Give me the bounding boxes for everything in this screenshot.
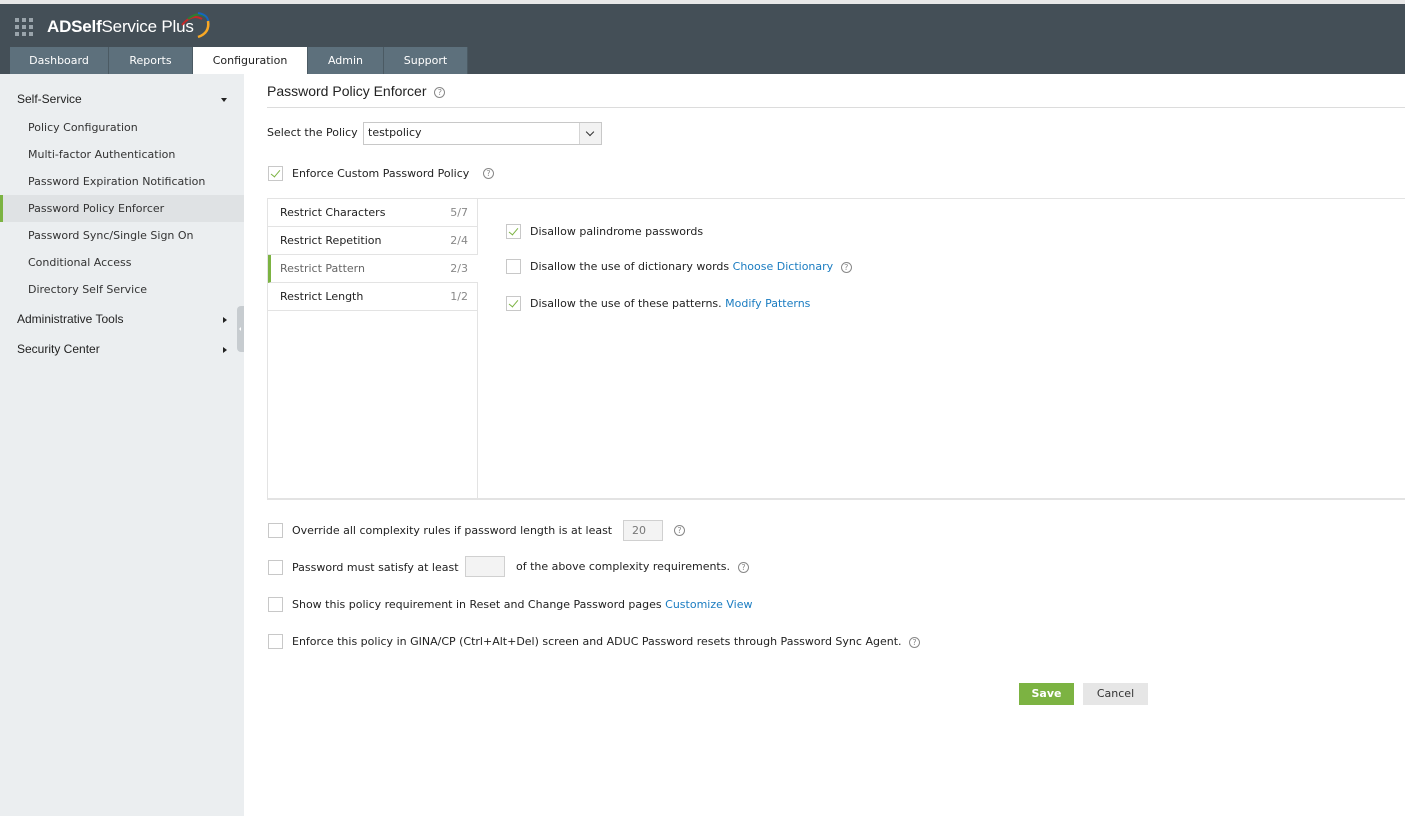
- tab-configuration[interactable]: Configuration: [193, 47, 308, 74]
- sidebar: Self-Service Policy Configuration Multi-…: [0, 74, 244, 816]
- restrict-tab-count: 5/7: [450, 206, 468, 219]
- satisfy-requirements-checkbox[interactable]: [268, 560, 283, 575]
- caret-right-icon[interactable]: [223, 347, 227, 353]
- logo-arc-icon: [181, 12, 210, 39]
- restrict-tab-count: 1/2: [450, 290, 468, 303]
- disallow-dictionary-label: Disallow the use of dictionary words: [530, 260, 730, 273]
- show-requirement-row: Show this policy requirement in Reset an…: [292, 598, 752, 611]
- restriction-tabs: Restrict Characters 5/7 Restrict Repetiti…: [268, 199, 478, 498]
- show-requirement-checkbox[interactable]: [268, 597, 283, 612]
- restrict-tab-label: Restrict Repetition: [280, 234, 382, 247]
- sidebar-item-multi-factor-authentication[interactable]: Multi-factor Authentication: [0, 141, 244, 168]
- enforce-custom-policy-label: Enforce Custom Password Policy: [292, 167, 470, 180]
- sidebar-collapse-handle[interactable]: [237, 306, 244, 352]
- disallow-patterns-checkbox[interactable]: [506, 296, 521, 311]
- disallow-patterns-label: Disallow the use of these patterns.: [530, 297, 722, 310]
- policy-select[interactable]: testpolicy: [363, 122, 602, 145]
- disallow-patterns-row: Disallow the use of these patterns. Modi…: [530, 297, 810, 310]
- tab-admin[interactable]: Admin: [308, 47, 384, 74]
- sidebar-section-self-service[interactable]: Self-Service: [17, 92, 82, 106]
- sidebar-item-directory-self-service[interactable]: Directory Self Service: [0, 276, 244, 303]
- help-icon[interactable]: ?: [674, 525, 685, 536]
- help-icon[interactable]: ?: [738, 562, 749, 573]
- page-title-text: Password Policy Enforcer: [267, 83, 427, 99]
- disallow-palindrome-label: Disallow palindrome passwords: [530, 225, 704, 238]
- cancel-button[interactable]: Cancel: [1083, 683, 1148, 705]
- restrict-tab-pattern[interactable]: Restrict Pattern 2/3: [268, 255, 478, 283]
- satisfy-requirements-label: Password must satisfy at least: [292, 561, 459, 574]
- disallow-dictionary-checkbox[interactable]: [506, 259, 521, 274]
- customize-view-link[interactable]: Customize View: [665, 598, 752, 611]
- brand-bold: ADSelf: [47, 17, 102, 36]
- caret-right-icon[interactable]: [223, 317, 227, 323]
- enforce-gina-label: Enforce this policy in GINA/CP (Ctrl+Alt…: [292, 635, 902, 648]
- page-title: Password Policy Enforcer ?: [267, 83, 446, 99]
- restrict-tab-label: Restrict Pattern: [280, 262, 365, 275]
- restrict-tab-repetition[interactable]: Restrict Repetition 2/4: [268, 227, 478, 255]
- tab-dashboard[interactable]: Dashboard: [10, 47, 109, 74]
- override-complexity-label: Override all complexity rules if passwor…: [292, 524, 613, 537]
- help-icon[interactable]: ?: [840, 261, 852, 273]
- apps-grid-icon[interactable]: [15, 18, 33, 36]
- show-requirement-label: Show this policy requirement in Reset an…: [292, 598, 662, 611]
- choose-dictionary-link[interactable]: Choose Dictionary: [733, 260, 834, 273]
- sidebar-item-password-policy-enforcer[interactable]: Password Policy Enforcer: [0, 195, 244, 222]
- sidebar-section-administrative-tools[interactable]: Administrative Tools: [17, 312, 124, 326]
- disallow-palindrome-checkbox[interactable]: [506, 224, 521, 239]
- sidebar-item-policy-configuration[interactable]: Policy Configuration: [0, 114, 244, 141]
- restrict-tab-count: 2/3: [450, 262, 468, 275]
- app-logo: ADSelfService Plus: [47, 17, 194, 37]
- enforce-custom-policy-checkbox[interactable]: [268, 166, 283, 181]
- tab-reports[interactable]: Reports: [109, 47, 193, 74]
- satisfy-count-input[interactable]: [465, 556, 505, 577]
- main-content: Password Policy Enforcer ? Select the Po…: [244, 74, 1405, 816]
- restrict-tab-characters[interactable]: Restrict Characters 5/7: [268, 199, 478, 227]
- sidebar-item-conditional-access[interactable]: Conditional Access: [0, 249, 244, 276]
- sidebar-item-password-sync[interactable]: Password Sync/Single Sign On: [0, 222, 244, 249]
- override-length-input[interactable]: 20: [623, 520, 663, 541]
- caret-down-icon[interactable]: [221, 98, 227, 102]
- sidebar-item-password-expiration-notification[interactable]: Password Expiration Notification: [0, 168, 244, 195]
- app-header: ADSelfService Plus Dashboard Reports Con…: [0, 4, 1405, 74]
- save-button[interactable]: Save: [1019, 683, 1074, 705]
- sidebar-section-security-center[interactable]: Security Center: [17, 342, 100, 356]
- enforce-gina-checkbox[interactable]: [268, 634, 283, 649]
- restrict-tab-label: Restrict Characters: [280, 206, 386, 219]
- restrict-tab-length[interactable]: Restrict Length 1/2: [268, 283, 478, 311]
- enforce-gina-row: Enforce this policy in GINA/CP (Ctrl+Alt…: [292, 635, 921, 648]
- restrictions-panel: Restrict Characters 5/7 Restrict Repetiti…: [267, 198, 1405, 500]
- help-icon[interactable]: ?: [483, 168, 494, 179]
- main-tabs: Dashboard Reports Configuration Admin Su…: [10, 47, 468, 74]
- modify-patterns-link[interactable]: Modify Patterns: [725, 297, 810, 310]
- satisfy-requirements-suffix: of the above complexity requirements.: [516, 560, 730, 573]
- tab-support[interactable]: Support: [384, 47, 468, 74]
- chevron-down-icon[interactable]: [579, 123, 601, 144]
- policy-select-value: testpolicy: [368, 126, 422, 139]
- override-complexity-checkbox[interactable]: [268, 523, 283, 538]
- select-policy-label: Select the Policy: [267, 126, 358, 139]
- restrict-tab-count: 2/4: [450, 234, 468, 247]
- help-icon[interactable]: ?: [909, 636, 921, 648]
- title-divider: [267, 107, 1405, 108]
- restrict-tab-label: Restrict Length: [280, 290, 364, 303]
- disallow-dictionary-row: Disallow the use of dictionary words Cho…: [530, 260, 852, 273]
- help-icon[interactable]: ?: [434, 86, 446, 98]
